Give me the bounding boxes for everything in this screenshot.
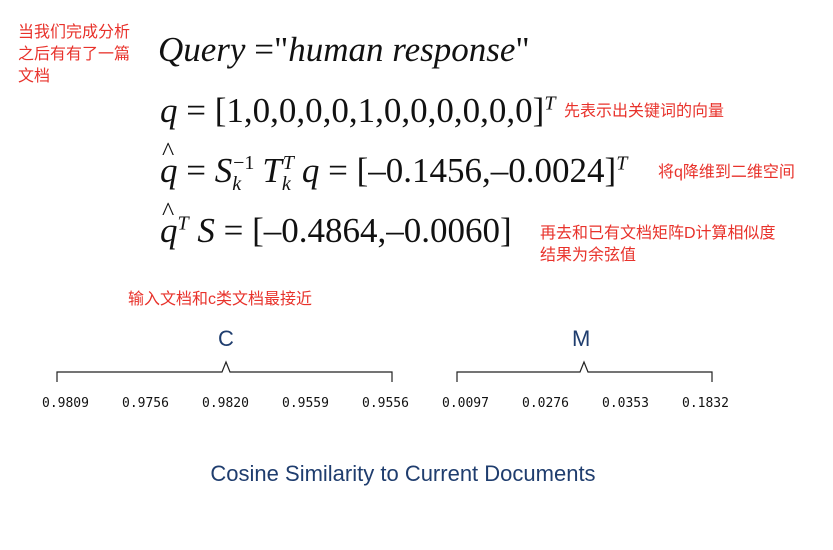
value-c3: 0.9820 [202, 396, 249, 411]
value-m1: 0.0097 [442, 396, 489, 411]
value-m3: 0.0353 [602, 396, 649, 411]
value-c4: 0.9559 [282, 396, 329, 411]
value-c1: 0.9809 [42, 396, 89, 411]
value-c2: 0.9756 [122, 396, 169, 411]
brace-m [456, 360, 713, 382]
value-m4: 0.1832 [682, 396, 729, 411]
value-c5: 0.9556 [362, 396, 409, 411]
value-m2: 0.0276 [522, 396, 569, 411]
caption: Cosine Similarity to Current Documents [210, 461, 596, 486]
brace-c [56, 360, 393, 382]
